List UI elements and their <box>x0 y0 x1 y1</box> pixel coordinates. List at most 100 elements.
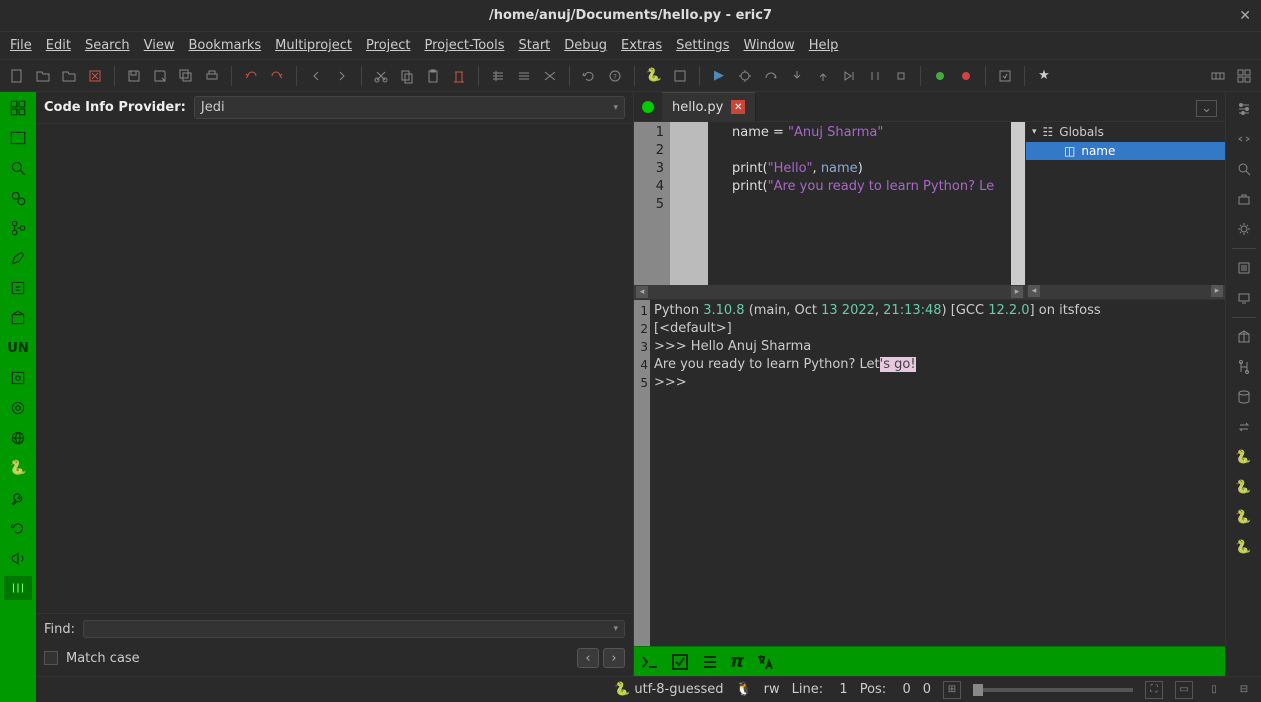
tasks-icon[interactable] <box>670 652 690 672</box>
find-input[interactable]: ▾ <box>83 620 625 638</box>
fullscreen-button[interactable]: ⛶ <box>1145 681 1163 699</box>
save-icon[interactable] <box>123 65 145 87</box>
outline-scrollbar[interactable]: ◂▸ <box>1026 285 1225 299</box>
rs-python2-icon[interactable]: 🐍 <box>1232 476 1256 498</box>
menu-start[interactable]: Start <box>519 38 551 53</box>
copy-icon[interactable] <box>396 65 418 87</box>
redo-icon[interactable] <box>266 65 288 87</box>
new-file-icon[interactable] <box>6 65 28 87</box>
find-next-button[interactable]: › <box>603 648 625 668</box>
star-icon[interactable]: ★ <box>1033 65 1055 87</box>
rs-git-icon[interactable] <box>1232 356 1256 378</box>
layout-horiz-icon[interactable] <box>1207 65 1229 87</box>
layout-grid-icon[interactable] <box>1233 65 1255 87</box>
menu-bookmarks[interactable]: Bookmarks <box>188 38 261 53</box>
sidebar-globe-icon[interactable] <box>4 426 32 450</box>
sidebar-box-icon[interactable] <box>4 306 32 330</box>
back-icon[interactable] <box>305 65 327 87</box>
rs-python4-icon[interactable]: 🐍 <box>1232 536 1256 558</box>
sidebar-announce-icon[interactable] <box>4 546 32 570</box>
menu-window[interactable]: Window <box>743 38 794 53</box>
match-case-checkbox[interactable] <box>44 651 58 665</box>
open-project-icon[interactable] <box>58 65 80 87</box>
menu-project[interactable]: Project <box>366 38 410 53</box>
panels-button[interactable]: ⊟ <box>1235 681 1253 699</box>
layout-button[interactable]: ▭ <box>1175 681 1193 699</box>
pause-icon[interactable] <box>864 65 886 87</box>
open-file-icon[interactable] <box>32 65 54 87</box>
shell-panel[interactable]: 12345 Python 3.10.8 (main, Oct 13 2022, … <box>634 300 1225 646</box>
rs-swap-icon[interactable] <box>1232 416 1256 438</box>
step-over-icon[interactable] <box>760 65 782 87</box>
sidebar-refresh-icon[interactable] <box>4 516 32 540</box>
outline-root[interactable]: ▾☷Globals <box>1026 122 1225 142</box>
breakpoint-add-icon[interactable] <box>929 65 951 87</box>
numbers-icon[interactable]: π <box>730 651 744 672</box>
overview-button[interactable]: ▯ <box>1205 681 1223 699</box>
menu-search[interactable]: Search <box>85 38 130 53</box>
sidebar-preview-icon[interactable] <box>4 366 32 390</box>
sidebar-python-icon[interactable]: 🐍 <box>4 456 32 480</box>
rs-list-icon[interactable] <box>1232 257 1256 279</box>
save-as-icon[interactable] <box>149 65 171 87</box>
log-icon[interactable] <box>700 652 720 672</box>
zoom-slider[interactable] <box>973 688 1133 692</box>
rs-monitor-icon[interactable] <box>1232 287 1256 309</box>
reload-icon[interactable] <box>578 65 600 87</box>
save-all-icon[interactable] <box>175 65 197 87</box>
sidebar-search-icon[interactable] <box>4 156 32 180</box>
sidebar-target-icon[interactable] <box>4 396 32 420</box>
editor-tab[interactable]: hello.py ✕ <box>662 92 756 122</box>
uncomment-icon[interactable] <box>513 65 535 87</box>
rs-db-icon[interactable] <box>1232 386 1256 408</box>
menu-help[interactable]: Help <box>809 38 839 53</box>
menu-view[interactable]: View <box>144 38 175 53</box>
menu-extras[interactable]: Extras <box>621 38 662 53</box>
project-tool-icon[interactable] <box>994 65 1016 87</box>
menu-debug[interactable]: Debug <box>564 38 607 53</box>
outline-item-name[interactable]: ◫name <box>1026 142 1225 160</box>
code-info-select[interactable]: Jedi ▾ <box>194 96 625 119</box>
comment-icon[interactable] <box>487 65 509 87</box>
code-editor[interactable]: 12345 name = "Anuj Sharma" print("Hello"… <box>634 122 1025 299</box>
sidebar-window-icon[interactable] <box>4 126 32 150</box>
delete-icon[interactable] <box>448 65 470 87</box>
sidebar-grid-icon[interactable] <box>4 96 32 120</box>
tab-menu-button[interactable]: ⌄ <box>1196 100 1217 117</box>
menu-project-tools[interactable]: Project-Tools <box>425 38 505 53</box>
horizontal-scrollbar[interactable]: ◂▸ <box>634 285 1025 299</box>
rs-python1-icon[interactable]: 🐍 <box>1232 446 1256 468</box>
sidebar-unittest-icon[interactable]: UN <box>4 336 32 360</box>
what-icon[interactable]: ? <box>604 65 626 87</box>
shell-content[interactable]: Python 3.10.8 (main, Oct 13 2022, 21:13:… <box>650 300 1225 646</box>
run-script-icon[interactable]: ▶ <box>708 65 730 87</box>
rs-python3-icon[interactable]: 🐍 <box>1232 506 1256 528</box>
step-into-icon[interactable] <box>786 65 808 87</box>
sidebar-vcs-icon[interactable] <box>4 216 32 240</box>
paste-icon[interactable] <box>422 65 444 87</box>
menu-multiproject[interactable]: Multiproject <box>275 38 352 53</box>
zoom-reset-button[interactable]: ⊞ <box>943 681 961 699</box>
close-file-icon[interactable] <box>84 65 106 87</box>
sidebar-edit-icon[interactable] <box>4 246 32 270</box>
cut-icon[interactable] <box>370 65 392 87</box>
forward-icon[interactable] <box>331 65 353 87</box>
stop-icon[interactable] <box>890 65 912 87</box>
step-out-icon[interactable] <box>812 65 834 87</box>
terminal-icon[interactable] <box>640 652 660 672</box>
sidebar-params-icon[interactable] <box>4 276 32 300</box>
rs-gear-icon[interactable] <box>1232 218 1256 240</box>
sidebar-wrench-icon[interactable] <box>4 486 32 510</box>
menu-edit[interactable]: Edit <box>46 38 71 53</box>
menu-settings[interactable]: Settings <box>676 38 729 53</box>
find-prev-button[interactable]: ‹ <box>577 648 599 668</box>
breakpoint-remove-icon[interactable] <box>955 65 977 87</box>
rs-search-icon[interactable] <box>1232 158 1256 180</box>
code-content[interactable]: name = "Anuj Sharma" print("Hello", name… <box>728 122 1011 299</box>
print-icon[interactable] <box>201 65 223 87</box>
sidebar-split-icon[interactable] <box>4 576 32 600</box>
menu-file[interactable]: File <box>10 38 32 53</box>
translate-icon[interactable] <box>754 652 774 672</box>
sidebar-replace-icon[interactable] <box>4 186 32 210</box>
debug-icon[interactable] <box>734 65 756 87</box>
